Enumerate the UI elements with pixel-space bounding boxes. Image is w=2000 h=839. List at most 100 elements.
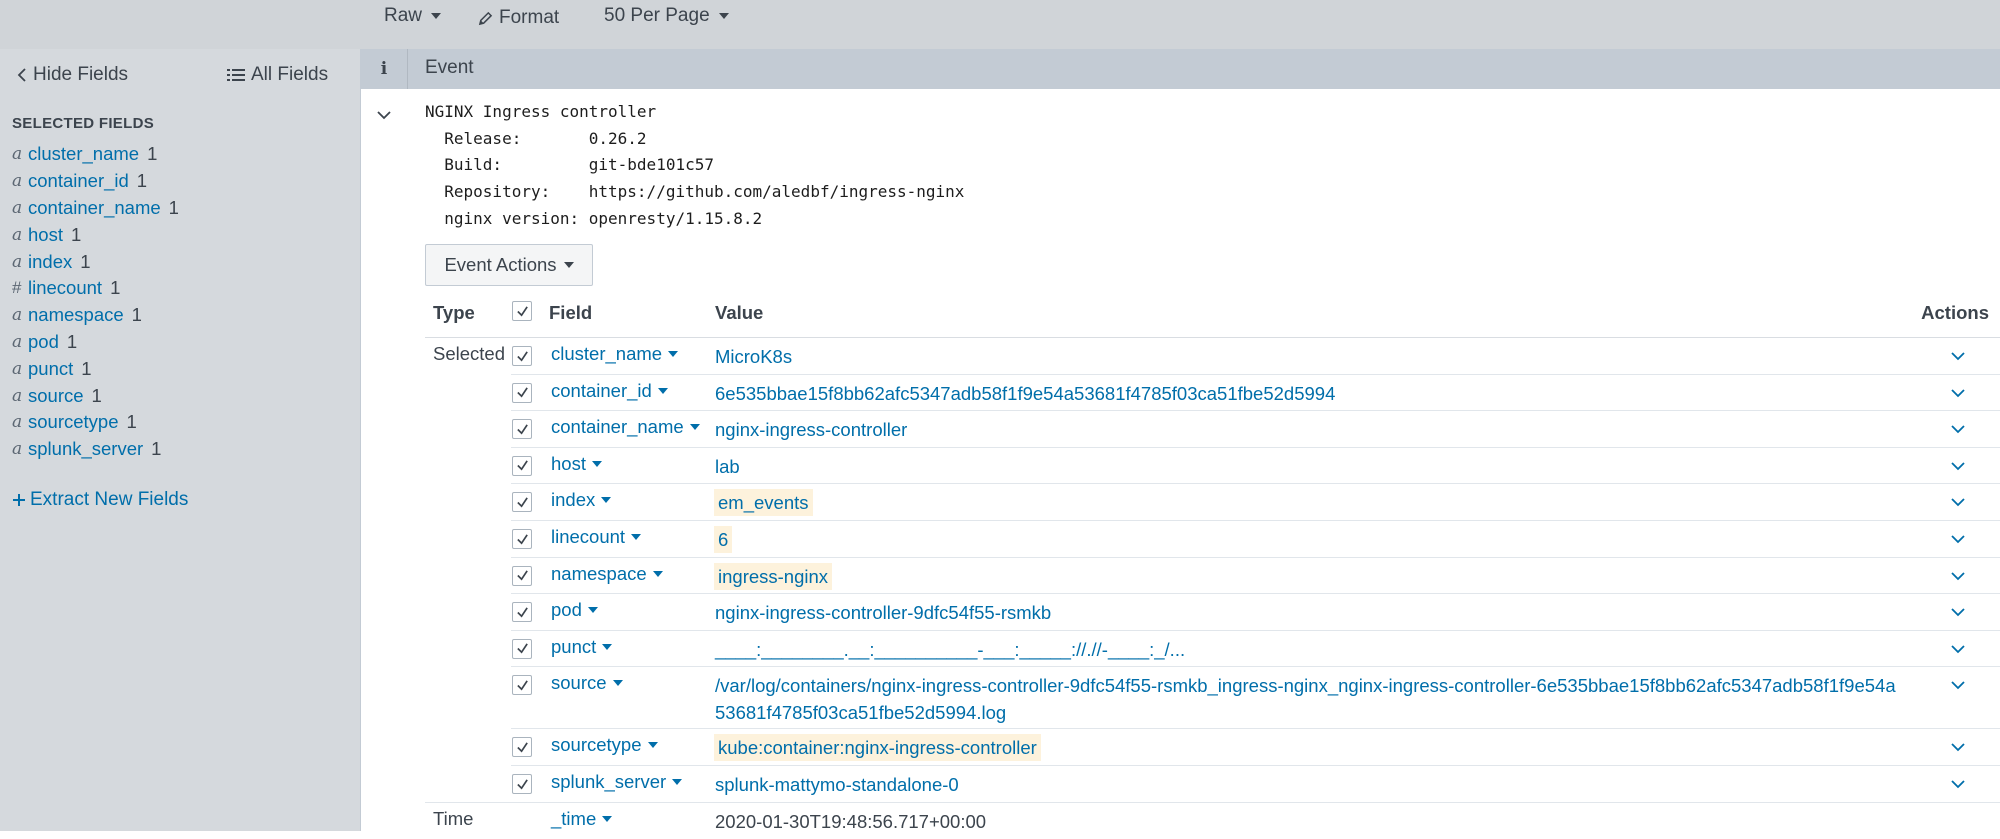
sidebar-field-item[interactable]: a container_name 1 (12, 195, 179, 222)
sidebar-field-item[interactable]: a container_id 1 (12, 168, 179, 195)
sidebar-field-name[interactable]: splunk_server (28, 438, 143, 460)
field-name-dropdown[interactable]: pod (551, 599, 598, 621)
sidebar-field-name[interactable]: source (28, 385, 84, 407)
caret-down-icon (652, 570, 663, 577)
sidebar-field-name[interactable]: pod (28, 331, 59, 353)
row-actions-chevron-icon[interactable] (1950, 739, 1966, 755)
sidebar-field-name[interactable]: host (28, 224, 63, 246)
select-all-checkbox[interactable] (512, 301, 532, 321)
checkmark-icon (516, 497, 528, 508)
field-name-dropdown[interactable]: namespace (551, 563, 663, 585)
field-name: pod (551, 599, 582, 621)
sidebar-field-item[interactable]: a cluster_name 1 (12, 141, 179, 168)
field-name-dropdown[interactable]: cluster_name (551, 343, 679, 365)
field-name-dropdown[interactable]: container_name (551, 416, 700, 438)
field-type-icon: a (12, 331, 23, 352)
field-value[interactable]: 6e535bbae15f8bb62afc5347adb58f1f9e54a536… (715, 380, 1335, 407)
field-checkbox[interactable] (512, 774, 532, 794)
field-name-dropdown[interactable]: sourcetype (551, 734, 658, 756)
row-actions-chevron-icon[interactable] (1950, 677, 1966, 693)
row-actions-chevron-icon[interactable] (1950, 604, 1966, 620)
field-name-dropdown[interactable]: source (551, 672, 623, 694)
field-checkbox[interactable] (512, 455, 532, 476)
row-actions-chevron-icon[interactable] (1950, 568, 1966, 584)
field-row: Selected cluster_name MicroK8s (425, 338, 2000, 375)
field-checkbox[interactable] (512, 565, 532, 586)
format-button[interactable]: Format (478, 7, 559, 29)
field-name-dropdown[interactable]: host (551, 453, 602, 475)
results-toolbar: Raw Format 50 Per Page (0, 0, 2000, 50)
sidebar-field-name[interactable]: container_name (28, 197, 161, 219)
per-page-dropdown[interactable]: 50 Per Page (604, 5, 729, 27)
hide-fields-button[interactable]: Hide Fields (17, 64, 128, 86)
field-row: index em_events (425, 484, 2000, 521)
sidebar-field-name[interactable]: container_id (28, 170, 129, 192)
field-value[interactable]: kube:container:nginx-ingress-controller (714, 734, 1041, 762)
row-actions-chevron-icon[interactable] (1950, 494, 1966, 510)
sidebar-field-item[interactable]: a punct 1 (12, 355, 179, 382)
field-checkbox[interactable] (512, 737, 532, 758)
field-value[interactable]: ingress-nginx (714, 562, 833, 590)
field-checkbox[interactable] (512, 638, 532, 659)
raw-view-dropdown[interactable]: Raw (384, 5, 442, 27)
row-actions-chevron-icon[interactable] (1950, 385, 1966, 401)
info-icon[interactable]: i (361, 49, 408, 89)
all-fields-button[interactable]: All Fields (227, 64, 328, 86)
field-row: punct ____:________.__:__________-___:___… (425, 631, 2000, 668)
field-value[interactable]: splunk-mattymo-standalone-0 (715, 771, 959, 798)
field-checkbox[interactable] (512, 346, 532, 366)
row-actions-chevron-icon[interactable] (1950, 421, 1966, 437)
caret-down-icon (672, 779, 683, 785)
sidebar-field-item[interactable]: a host 1 (12, 221, 179, 248)
field-value[interactable]: /var/log/containers/nginx-ingress-contro… (715, 672, 1896, 726)
field-checkbox[interactable] (512, 492, 532, 513)
field-value[interactable]: em_events (714, 489, 813, 517)
field-row: namespace ingress-nginx (425, 558, 2000, 595)
sidebar-field-item[interactable]: # linecount 1 (12, 275, 179, 302)
field-name-dropdown[interactable]: container_id (551, 380, 668, 402)
field-value[interactable]: 6 (714, 526, 733, 553)
sidebar-field-name[interactable]: sourcetype (28, 411, 119, 433)
field-checkbox[interactable] (512, 529, 532, 549)
field-checkbox[interactable] (512, 419, 532, 440)
field-name: splunk_server (551, 771, 667, 792)
field-value[interactable]: nginx-ingress-controller (715, 416, 907, 443)
extract-new-fields-link[interactable]: Extract New Fields (12, 489, 188, 511)
event-actions-button[interactable]: Event Actions (425, 244, 593, 286)
row-actions-chevron-icon[interactable] (1950, 776, 1966, 792)
sidebar-field-item[interactable]: a splunk_server 1 (12, 436, 179, 463)
sidebar-field-item[interactable]: a namespace 1 (12, 302, 179, 329)
sidebar-field-name[interactable]: linecount (28, 277, 102, 299)
sidebar-field-name[interactable]: punct (28, 358, 73, 380)
field-name-dropdown[interactable]: splunk_server (551, 771, 683, 793)
sidebar-field-item[interactable]: a source 1 (12, 382, 179, 409)
row-actions-chevron-icon[interactable] (1950, 458, 1966, 474)
field-name-dropdown[interactable]: index (551, 489, 612, 511)
chevron-down-icon[interactable] (376, 107, 392, 123)
sidebar-field-item[interactable]: a sourcetype 1 (12, 409, 179, 436)
sidebar-field-count: 1 (151, 438, 162, 460)
sidebar-field-name[interactable]: namespace (28, 304, 124, 326)
row-actions-chevron-icon[interactable] (1950, 641, 1966, 657)
checkmark-icon (516, 424, 528, 435)
sidebar-field-name[interactable]: index (28, 251, 72, 273)
field-value[interactable]: lab (715, 453, 740, 480)
row-actions-chevron-icon[interactable] (1950, 348, 1966, 364)
chevron-left-icon (17, 68, 26, 82)
field-value[interactable]: nginx-ingress-controller-9dfc54f55-rsmkb (715, 599, 1051, 626)
field-value[interactable]: ____:________.__:__________-___:_____://… (715, 636, 1185, 663)
time-field-dropdown[interactable]: _time (551, 808, 613, 830)
field-checkbox[interactable] (512, 602, 532, 623)
field-name-dropdown[interactable]: linecount (551, 526, 642, 548)
field-name-dropdown[interactable]: punct (551, 636, 613, 658)
selected-fields-list: a cluster_name 1 a container_id 1 a container… (12, 141, 179, 463)
field-checkbox[interactable] (512, 382, 532, 403)
sidebar-field-name[interactable]: cluster_name (28, 143, 139, 165)
sidebar-field-item[interactable]: a pod 1 (12, 329, 179, 356)
row-actions-chevron-icon[interactable] (1950, 531, 1966, 547)
field-checkbox[interactable] (512, 675, 532, 696)
extract-new-fields-label: Extract New Fields (30, 489, 189, 510)
field-type-icon: a (12, 224, 23, 245)
sidebar-field-item[interactable]: a index 1 (12, 248, 179, 275)
field-value[interactable]: MicroK8s (715, 343, 792, 370)
